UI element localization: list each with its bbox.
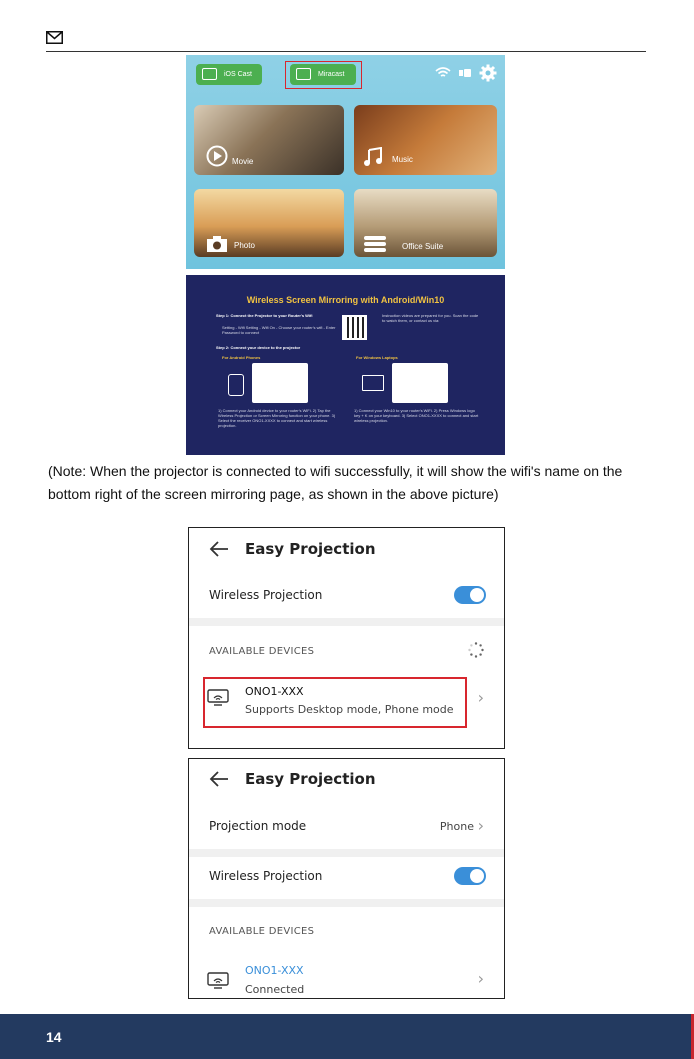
chevron-right-icon[interactable]: › <box>478 816 484 835</box>
section-divider <box>189 849 504 857</box>
guide-step1-detail: Setting - Wifi Setting - Wifi On - Choos… <box>222 325 336 335</box>
bluetooth-icon <box>459 69 471 77</box>
guide-qr-text: Instruction videos are prepared for you.… <box>382 313 479 323</box>
movie-label: Movie <box>232 157 254 166</box>
qr-code <box>342 315 367 340</box>
photo-tile[interactable]: Photo <box>194 189 344 257</box>
status-bar <box>435 64 497 82</box>
cast-icon <box>202 68 217 80</box>
screen-title: Easy Projection <box>245 540 376 558</box>
laptop-icon <box>362 375 384 391</box>
footer-bar <box>0 1014 694 1059</box>
android-phone-icon <box>228 374 244 396</box>
available-devices-heading: AVAILABLE DEVICES <box>209 926 315 937</box>
music-tile[interactable]: Music <box>354 105 497 175</box>
device-name[interactable]: ONO1-XXX <box>245 964 304 977</box>
windows-steps: 1) Connect your Win10 to your router's W… <box>354 408 479 423</box>
available-devices-heading: AVAILABLE DEVICES <box>209 646 315 657</box>
back-arrow-icon[interactable] <box>209 541 229 557</box>
section-divider <box>189 899 504 907</box>
chevron-right-icon[interactable]: › <box>478 688 484 707</box>
mirroring-guide-screenshot: Wireless Screen Mirroring with Android/W… <box>186 275 505 455</box>
back-arrow-icon[interactable] <box>209 771 229 787</box>
wireless-projection-toggle[interactable] <box>454 586 486 604</box>
movie-tile[interactable]: Movie <box>194 105 344 175</box>
android-settings-card <box>252 363 308 403</box>
screen-cast-icon <box>207 972 229 989</box>
chevron-right-icon[interactable]: › <box>478 969 484 988</box>
music-note-icon <box>364 147 382 166</box>
wireless-projection-label: Wireless Projection <box>209 869 323 883</box>
projection-mode-value[interactable]: Phone <box>440 820 474 833</box>
windows-heading: For Windows Laptops <box>356 355 398 360</box>
ios-cast-button[interactable]: iOS Cast <box>196 64 262 85</box>
gear-icon[interactable] <box>479 64 497 82</box>
projection-mode-label[interactable]: Projection mode <box>209 819 306 833</box>
ios-cast-label: iOS Cast <box>224 71 253 78</box>
guide-step2: Step 2: Connect your device to the proje… <box>216 345 301 350</box>
easy-projection-screenshot-1: Easy Projection Wireless Projection AVAI… <box>188 527 505 749</box>
camera-icon <box>207 236 227 252</box>
guide-step1: Step 1: Connect the Projector to your Ro… <box>216 313 313 318</box>
wireless-projection-toggle[interactable] <box>454 867 486 885</box>
mail-icon <box>46 31 63 44</box>
easy-projection-screenshot-2: Easy Projection Projection mode Phone › … <box>188 758 505 999</box>
wireless-projection-label: Wireless Projection <box>209 588 323 602</box>
android-heading: For Android Phones <box>222 355 261 360</box>
music-label: Music <box>392 155 413 164</box>
office-suite-label: Office Suite <box>402 242 444 251</box>
guide-title: Wireless Screen Mirroring with Android/W… <box>246 295 445 305</box>
device-name[interactable]: ONO1-XXX <box>245 685 304 698</box>
page-number: 14 <box>46 1029 62 1045</box>
miracast-highlight <box>285 61 362 89</box>
screen-cast-icon <box>207 689 229 706</box>
play-icon <box>206 145 228 167</box>
section-divider <box>189 618 504 626</box>
photo-label: Photo <box>234 241 255 250</box>
screen-title: Easy Projection <box>245 770 376 788</box>
device-capabilities: Supports Desktop mode, Phone mode <box>245 703 454 716</box>
office-suite-tile[interactable]: Office Suite <box>354 189 497 257</box>
windows-connect-card <box>392 363 448 403</box>
launcher-screenshot: iOS Cast Miracast Movie Music Photo Offi… <box>186 55 505 269</box>
header-rule <box>46 51 646 52</box>
android-steps: 1) Connect your Android device to your r… <box>218 408 336 428</box>
document-list-icon <box>364 236 386 252</box>
note-text: (Note: When the projector is connected t… <box>48 463 623 502</box>
loading-spinner-icon <box>468 642 484 658</box>
device-status: Connected <box>245 983 305 996</box>
wifi-icon <box>435 67 451 77</box>
